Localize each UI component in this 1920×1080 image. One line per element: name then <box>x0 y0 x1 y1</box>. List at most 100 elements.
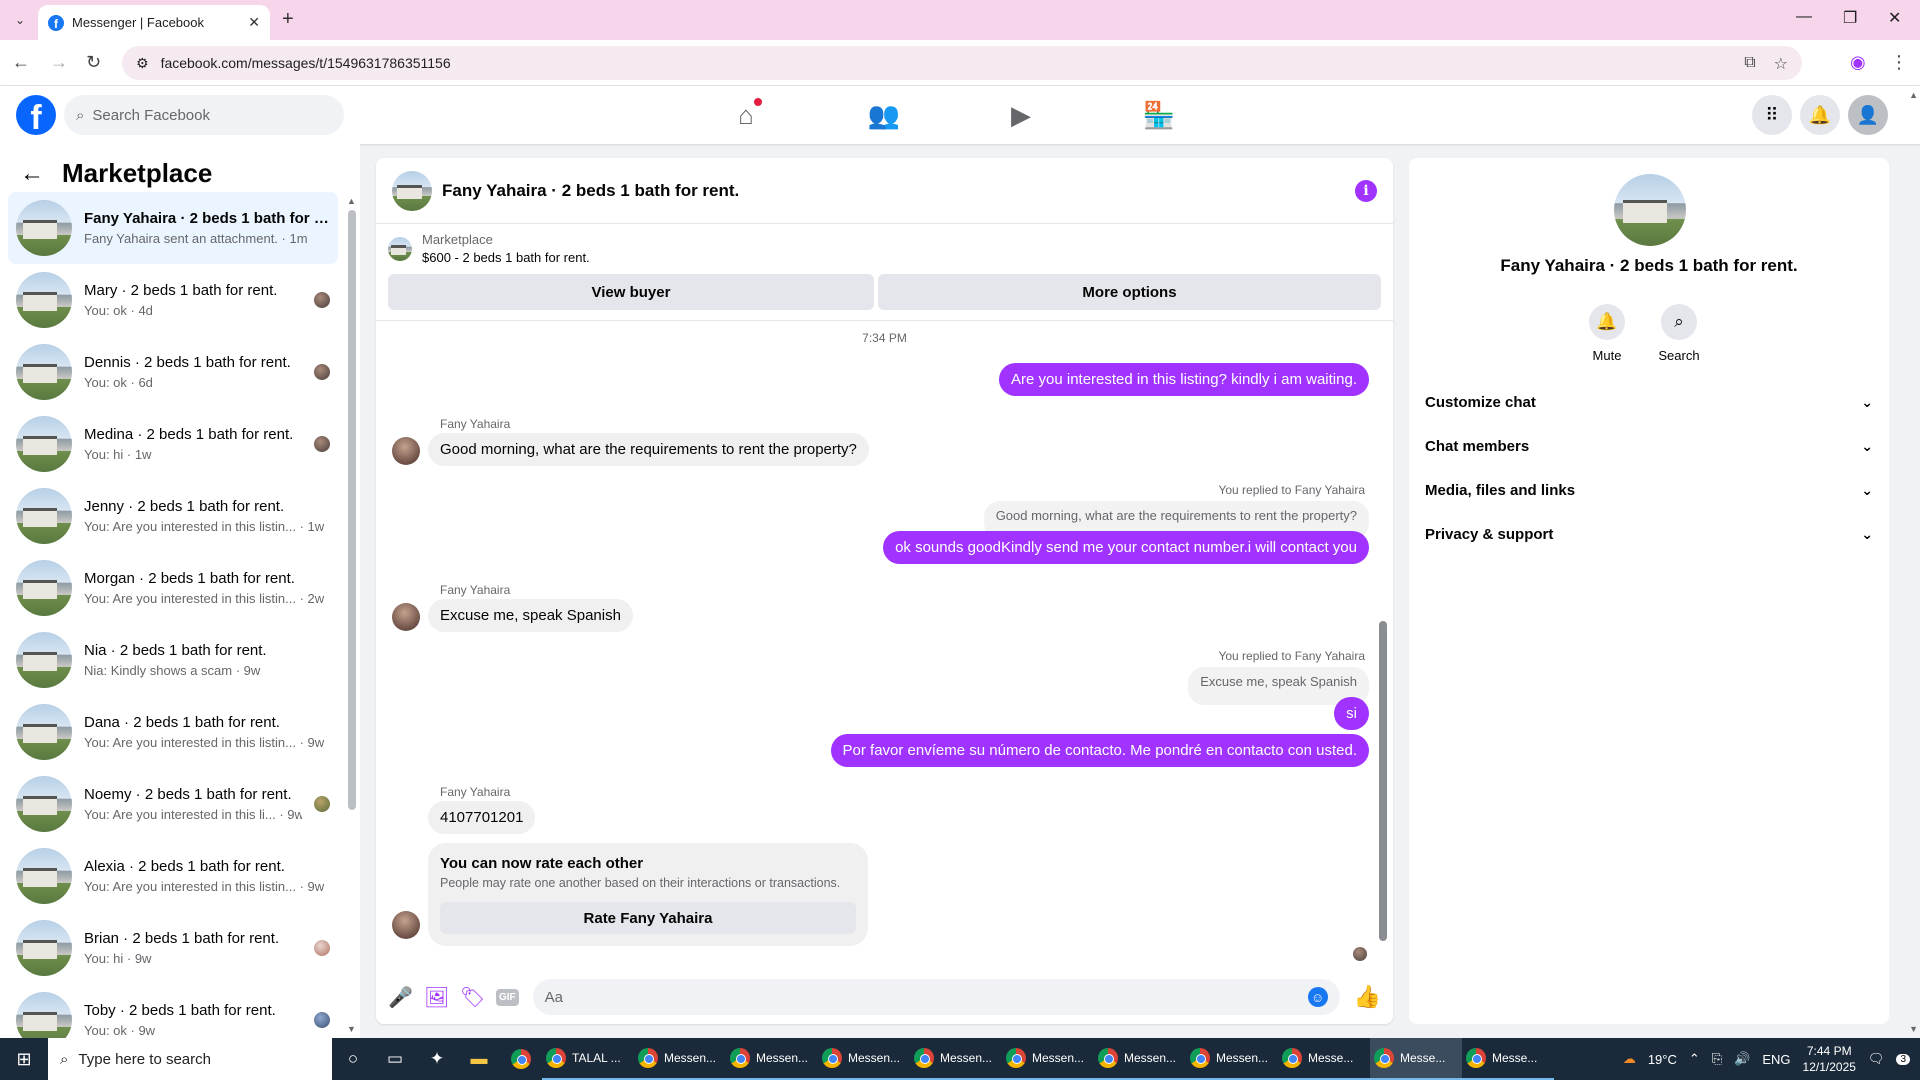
taskbar-app[interactable]: Messen... <box>1186 1038 1278 1080</box>
marketplace-nav-icon[interactable]: 🏪 <box>1103 86 1215 144</box>
microphone-icon[interactable]: 🎤 <box>388 985 413 1010</box>
network-icon[interactable]: ⎘ <box>1712 1051 1722 1067</box>
list-scrollbar[interactable] <box>348 210 356 810</box>
search-button[interactable]: ⌕ Search <box>1649 304 1709 363</box>
outgoing-message[interactable]: Are you interested in this listing? kind… <box>999 363 1369 396</box>
taskbar-search-input[interactable]: ⌕ Type here to search <box>48 1038 332 1080</box>
lang-indicator[interactable]: ENG <box>1762 1052 1790 1067</box>
incoming-message[interactable]: Good morning, what are the requirements … <box>428 433 869 466</box>
new-tab-icon[interactable]: + <box>282 8 294 31</box>
outgoing-message[interactable]: si <box>1334 697 1369 730</box>
sender-avatar[interactable] <box>392 437 420 465</box>
conversation-item[interactable]: Nia · 2 beds 1 bath for rent. Nia: Kindly… <box>8 624 338 696</box>
taskbar-app[interactable]: Messe... <box>1278 1038 1370 1080</box>
app-pinned-icon[interactable]: ✦ <box>416 1038 458 1080</box>
chat-title[interactable]: Fany Yahaira · 2 beds 1 bath for rent. <box>442 181 1345 201</box>
taskbar-app[interactable]: Messen... <box>634 1038 726 1080</box>
notifications-bell-icon[interactable]: 🔔 <box>1800 95 1840 135</box>
scroll-down-icon[interactable]: ▼ <box>347 1024 356 1034</box>
friends-nav-icon[interactable]: 👥 <box>828 86 940 144</box>
taskbar-app[interactable]: Messen... <box>910 1038 1002 1080</box>
clock[interactable]: 7:44 PM 12/1/2025 <box>1803 1043 1856 1075</box>
conversation-item[interactable]: Alexia · 2 beds 1 bath for rent. You: Are… <box>8 840 338 912</box>
more-options-button[interactable]: More options <box>878 274 1381 310</box>
taskbar-app[interactable]: Messe... <box>1462 1038 1554 1080</box>
taskbar-app[interactable]: Messen... <box>818 1038 910 1080</box>
taskbar-app-active[interactable]: Messe... <box>1370 1038 1462 1080</box>
page-scroll-down-icon[interactable]: ▼ <box>1909 1024 1918 1034</box>
bookmark-star-icon[interactable]: ☆ <box>1774 54 1788 74</box>
photo-icon[interactable]: 🖼 <box>424 985 449 1010</box>
taskbar-app[interactable]: Messen... <box>1094 1038 1186 1080</box>
info-icon[interactable]: i <box>1355 179 1377 202</box>
taskbar-app[interactable]: Messen... <box>1002 1038 1094 1080</box>
listing-summary[interactable]: Marketplace $600 - 2 beds 1 bath for ren… <box>388 232 590 265</box>
incoming-message[interactable]: 4107701201 <box>428 801 536 834</box>
privacy-support-row[interactable]: Privacy & support ⌄ <box>1425 512 1873 556</box>
volume-icon[interactable]: 🔊 <box>1734 1051 1750 1067</box>
cortana-icon[interactable]: ○ <box>332 1038 374 1080</box>
forward-icon[interactable]: → <box>50 52 68 73</box>
conversation-item[interactable]: Dana · 2 beds 1 bath for rent. You: Are y… <box>8 696 338 768</box>
notification-center-icon[interactable]: 🗨 <box>1868 1051 1885 1067</box>
facebook-search-input[interactable]: ⌕ Search Facebook <box>64 95 344 135</box>
chat-scrollbar[interactable] <box>1379 621 1387 941</box>
back-arrow-icon[interactable]: ← <box>20 160 44 188</box>
home-nav-icon[interactable]: ⌂ <box>690 86 802 144</box>
tab-close-icon[interactable]: ✕ <box>248 14 260 31</box>
conversation-item[interactable]: Fany Yahaira · 2 beds 1 bath for r... Fan… <box>8 192 338 264</box>
account-avatar[interactable]: 👤 <box>1848 95 1888 135</box>
sticker-icon[interactable]: 🏷 <box>460 985 485 1010</box>
conversation-item[interactable]: Jenny · 2 beds 1 bath for rent. You: Are … <box>8 480 338 552</box>
site-info-icon[interactable]: ⚙ <box>136 55 149 72</box>
profile-avatar[interactable] <box>1614 174 1686 246</box>
browser-menu-icon[interactable]: ⋮ <box>1890 52 1908 73</box>
conversation-item[interactable]: Dennis · 2 beds 1 bath for rent. You: ok … <box>8 336 338 408</box>
media-files-links-row[interactable]: Media, files and links ⌄ <box>1425 468 1873 512</box>
weather-icon[interactable]: ☁ <box>1623 1051 1636 1067</box>
video-nav-icon[interactable]: ▶ <box>965 86 1077 144</box>
chat-avatar[interactable] <box>392 170 432 211</box>
url-field[interactable]: ⚙ facebook.com/messages/t/15496317863511… <box>122 46 1802 80</box>
view-buyer-button[interactable]: View buyer <box>388 274 874 310</box>
outgoing-message[interactable]: Por favor envíeme su número de contacto.… <box>830 734 1369 767</box>
conversation-item[interactable]: Brian · 2 beds 1 bath for rent. You: hi ·… <box>8 912 338 984</box>
thumbs-up-icon[interactable]: 👍 <box>1354 984 1381 1010</box>
taskbar-app[interactable]: Messen... <box>726 1038 818 1080</box>
profile-icon[interactable]: ◉ <box>1850 52 1866 73</box>
restore-icon[interactable]: ❐ <box>1843 8 1857 28</box>
minimize-icon[interactable]: — <box>1796 8 1812 26</box>
customize-chat-row[interactable]: Customize chat ⌄ <box>1425 380 1873 424</box>
back-icon[interactable]: ← <box>12 52 30 73</box>
message-input[interactable]: Aa ☺ <box>532 979 1340 1015</box>
conversation-item[interactable]: Morgan · 2 beds 1 bath for rent. You: Are… <box>8 552 338 624</box>
sender-avatar[interactable] <box>392 603 420 631</box>
browser-tab[interactable]: f Messenger | Facebook ✕ <box>38 5 270 40</box>
scroll-up-icon[interactable]: ▲ <box>347 196 356 206</box>
task-view-icon[interactable]: ▭ <box>374 1038 416 1080</box>
incoming-message[interactable]: Excuse me, speak Spanish <box>428 599 633 632</box>
outgoing-message[interactable]: ok sounds goodKindly send me your contac… <box>883 531 1369 564</box>
emoji-icon[interactable]: ☺ <box>1307 987 1328 1007</box>
reload-icon[interactable]: ↻ <box>86 52 101 73</box>
install-app-icon[interactable]: ⧉ <box>1744 54 1755 74</box>
conversation-item[interactable]: Medina · 2 beds 1 bath for rent. You: hi … <box>8 408 338 480</box>
sender-avatar[interactable] <box>392 911 420 939</box>
tray-expand-icon[interactable]: ⌃ <box>1689 1051 1700 1067</box>
conversation-item[interactable]: Noemy · 2 beds 1 bath for rent. You: Are … <box>8 768 338 840</box>
tab-search-dropdown-icon[interactable]: ⌄ <box>8 8 32 32</box>
taskbar-app[interactable]: TALAL ... <box>542 1038 634 1080</box>
mute-button[interactable]: 🔔 Mute <box>1577 304 1637 363</box>
chat-members-row[interactable]: Chat members ⌄ <box>1425 424 1873 468</box>
windows-start-icon[interactable]: ⊞ <box>0 1038 48 1080</box>
rate-user-button[interactable]: Rate Fany Yahaira <box>440 902 856 934</box>
file-explorer-icon[interactable]: ▬ <box>458 1038 500 1080</box>
menu-grid-icon[interactable]: ⠿ <box>1752 95 1792 135</box>
chrome-icon[interactable] <box>500 1038 542 1080</box>
gif-icon[interactable]: GIF <box>496 988 519 1006</box>
page-scroll-up-icon[interactable]: ▲ <box>1909 90 1918 100</box>
conversation-item[interactable]: Mary · 2 beds 1 bath for rent. You: ok · … <box>8 264 338 336</box>
weather-temp[interactable]: 19°C <box>1648 1052 1677 1067</box>
facebook-logo[interactable]: f <box>16 95 56 135</box>
close-window-icon[interactable]: ✕ <box>1888 8 1901 28</box>
